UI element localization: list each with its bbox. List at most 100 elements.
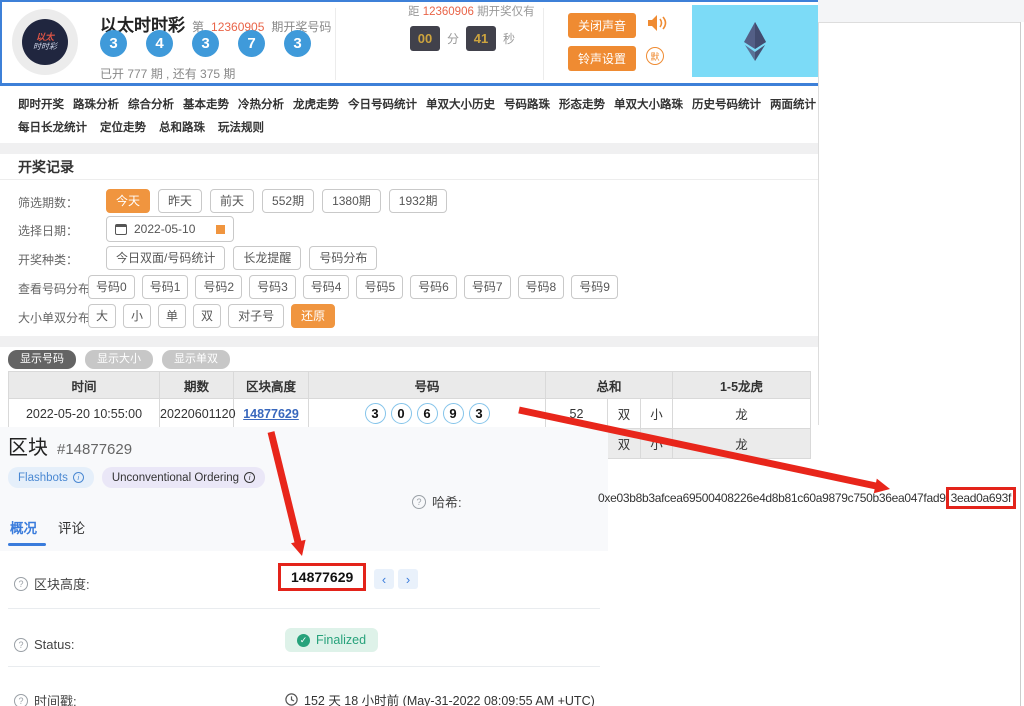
filter-small-button[interactable]: 小: [123, 304, 151, 328]
date-picker-input[interactable]: 2022-05-10: [106, 216, 234, 242]
block-height-label: ? 区块高度:: [14, 574, 90, 593]
number-dist-button[interactable]: 号码3: [249, 275, 296, 299]
show-numbers-tab[interactable]: 显示号码: [8, 350, 76, 369]
nav-item[interactable]: 玩法规则: [218, 119, 264, 135]
countdown-caption: 距 12360906 期开奖仅有: [408, 3, 535, 19]
hash-value-main: 0xe03b8b3afcea69500408226e4d8b81c60a9879…: [598, 491, 946, 505]
nav-item[interactable]: 两面统计: [770, 96, 816, 112]
nav-item[interactable]: 路珠分析: [73, 96, 119, 112]
filter-big-button[interactable]: 大: [88, 304, 116, 328]
number-dist-button[interactable]: 号码9: [571, 275, 618, 299]
number-dist-button[interactable]: 号码1: [142, 275, 189, 299]
filter-daybefore-button[interactable]: 前天: [210, 189, 254, 213]
unconventional-ordering-tag[interactable]: Unconventional Ordering i: [102, 467, 265, 488]
date-value: 2022-05-10: [134, 222, 209, 236]
speaker-icon[interactable]: [647, 14, 667, 37]
site-logo-badge: 以太 时时彩: [22, 19, 68, 65]
calendar-icon: [115, 224, 127, 235]
filter-even-button[interactable]: 双: [193, 304, 221, 328]
number-dist-button[interactable]: 号码0: [88, 275, 135, 299]
filter-today-button[interactable]: 今天: [106, 189, 150, 213]
nav-item[interactable]: 历史号码统计: [692, 96, 761, 112]
draw-balls: 3 4 3 7 3: [100, 30, 311, 57]
cell-dragon: 龙: [673, 399, 811, 429]
next-issue-number: 12360906: [423, 6, 474, 18]
cell-parity: 双: [608, 399, 641, 429]
nav-item[interactable]: 总和路珠: [159, 119, 205, 135]
section-separator: [0, 336, 818, 347]
draw-ball: 3: [284, 30, 311, 57]
flashbots-tag[interactable]: Flashbots i: [8, 467, 94, 488]
ring-settings-button[interactable]: 铃声设置: [568, 46, 636, 71]
number-dist-button[interactable]: 号码5: [356, 275, 403, 299]
nav-item[interactable]: 形态走势: [559, 96, 605, 112]
filter-kind-button[interactable]: 号码分布: [309, 246, 377, 270]
filter-pair-button[interactable]: 对子号: [228, 304, 284, 328]
filter-odd-button[interactable]: 单: [158, 304, 186, 328]
block-title-label: 区块: [8, 431, 48, 460]
header-divider: [335, 8, 336, 80]
records-section-title: 开奖记录: [18, 157, 74, 177]
hash-value-highlighted: 3ead0a693f: [946, 487, 1016, 509]
block-title-number: #14877629: [57, 441, 132, 458]
number-dist-button[interactable]: 号码6: [410, 275, 457, 299]
filter-1380-button[interactable]: 1380期: [322, 189, 381, 213]
nav-item[interactable]: 即时开奖: [18, 96, 64, 112]
col-dragon-tiger: 1-5龙虎: [673, 372, 811, 399]
show-oddeven-tab[interactable]: 显示单双: [162, 350, 230, 369]
cell-parity: 双: [608, 429, 641, 459]
help-icon[interactable]: ?: [14, 694, 28, 706]
next-block-button[interactable]: ›: [398, 569, 418, 589]
show-size-tab[interactable]: 显示大小: [85, 350, 153, 369]
nav-item[interactable]: 综合分析: [128, 96, 174, 112]
countdown-prefix: 距: [408, 6, 420, 18]
timestamp-label-text: 时间戳:: [34, 691, 77, 706]
number-dist-button[interactable]: 号码2: [195, 275, 242, 299]
close-sound-button[interactable]: 关闭声音: [568, 13, 636, 38]
help-icon[interactable]: ?: [412, 495, 426, 509]
nav-item[interactable]: 定位走势: [100, 119, 146, 135]
filter-period-row: 筛选期数：: [18, 189, 78, 215]
nav-item[interactable]: 基本走势: [183, 96, 229, 112]
col-time: 时间: [9, 372, 160, 399]
tab-overview[interactable]: 概况: [10, 517, 37, 537]
hash-label: ? 哈希:: [412, 492, 462, 511]
number-dist-button[interactable]: 号码8: [518, 275, 565, 299]
filter-552-button[interactable]: 552期: [262, 189, 314, 213]
filter-kind-button[interactable]: 长龙提醒: [233, 246, 301, 270]
help-icon[interactable]: ?: [14, 638, 28, 652]
number-dist-button[interactable]: 号码7: [464, 275, 511, 299]
filter-kind-options: 今日双面/号码统计 长龙提醒 号码分布: [106, 246, 377, 270]
site-logo: 以太 时时彩: [12, 9, 78, 75]
nav-item[interactable]: 号码路珠: [504, 96, 550, 112]
block-height-link[interactable]: 14877629: [243, 407, 299, 421]
filter-1932-button[interactable]: 1932期: [389, 189, 448, 213]
number-dist-button[interactable]: 号码4: [303, 275, 350, 299]
block-height-value: 14877629: [278, 563, 366, 591]
cell-size: 小: [641, 429, 673, 459]
nav-item[interactable]: 每日长龙统计: [18, 119, 87, 135]
countdown-seconds: 41: [466, 26, 496, 51]
nav-item[interactable]: 冷热分析: [238, 96, 284, 112]
logo-text-bottom: 时时彩: [33, 43, 57, 52]
help-icon[interactable]: ?: [14, 577, 28, 591]
default-ring-icon[interactable]: 默: [646, 47, 664, 65]
filter-reset-button[interactable]: 还原: [291, 304, 335, 328]
draw-ball: 3: [192, 30, 219, 57]
section-separator: [0, 143, 818, 154]
status-label-text: Status:: [34, 637, 74, 652]
block-explorer-card: 区块 #14877629 Flashbots i Unconventional …: [0, 427, 608, 706]
nav-item[interactable]: 龙虎走势: [293, 96, 339, 112]
countdown-minutes: 00: [410, 26, 440, 51]
tab-comments[interactable]: 评论: [58, 517, 85, 537]
col-numbers: 号码: [309, 372, 546, 399]
filter-yesterday-button[interactable]: 昨天: [158, 189, 202, 213]
filter-kind-button[interactable]: 今日双面/号码统计: [106, 246, 225, 270]
explorer-top-strip: [818, 0, 1024, 22]
nav-item[interactable]: 今日号码统计: [348, 96, 417, 112]
filter-dist-options: 号码0 号码1 号码2 号码3 号码4 号码5 号码6 号码7 号码8 号码9: [88, 275, 618, 299]
previous-block-button[interactable]: ‹: [374, 569, 394, 589]
nav-item[interactable]: 单双大小路珠: [614, 96, 683, 112]
nav-item[interactable]: 单双大小历史: [426, 96, 495, 112]
display-mode-tabs: 显示号码 显示大小 显示单双: [8, 350, 230, 369]
